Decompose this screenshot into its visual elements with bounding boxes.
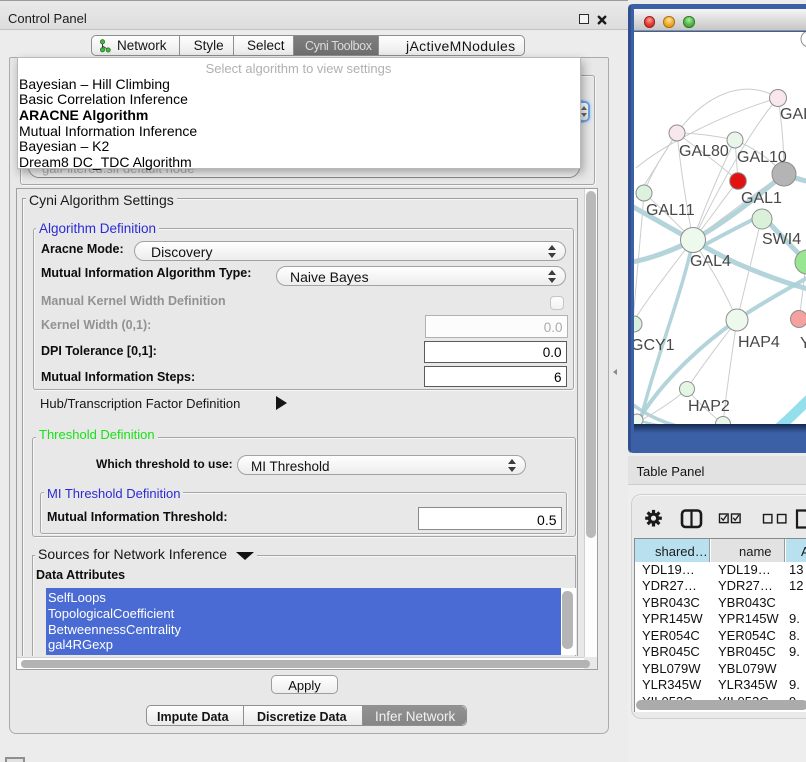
svg-text:SWI4: SWI4	[762, 231, 801, 248]
svg-text:HAP2: HAP2	[688, 398, 730, 415]
svg-text:GAL11: GAL11	[646, 202, 695, 219]
svg-text:HAP4: HAP4	[738, 334, 780, 351]
svg-text:GAL1: GAL1	[741, 190, 782, 207]
svg-text:GAL10: GAL10	[737, 149, 787, 166]
svg-text:GAL2: GAL2	[780, 106, 806, 123]
svg-text:GCY1: GCY1	[634, 337, 675, 354]
svg-text:Y: Y	[800, 335, 806, 352]
svg-text:GAL4: GAL4	[690, 253, 731, 270]
svg-text:GAL80: GAL80	[679, 143, 729, 160]
